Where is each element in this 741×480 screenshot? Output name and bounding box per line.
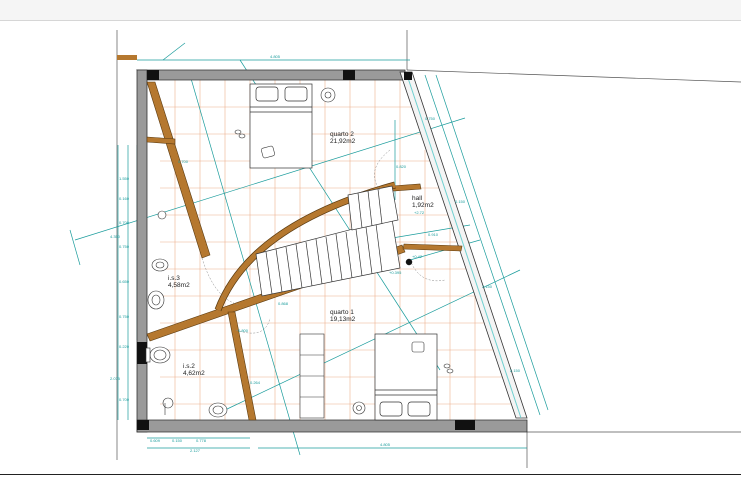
- door-dim-4: 0.800: [238, 328, 249, 333]
- level-2: +0.42: [412, 254, 423, 259]
- dim-left-3: 0.700: [119, 220, 130, 225]
- dim-left-9: 0.700: [119, 397, 130, 402]
- door-dim-2: 0.700: [178, 159, 189, 164]
- viewer-toolbar: [0, 0, 741, 21]
- dim-bottom-seg1: 0.609: [150, 438, 161, 443]
- drawing-viewport[interactable]: quarto 2 21,92m2 hall 1,92m2 i.s.3 4,58m…: [0, 21, 741, 473]
- dim-left-8: 2.075: [110, 376, 121, 381]
- sink-icon: [208, 402, 228, 418]
- room-area-quarto1: 19,13m2: [330, 316, 356, 323]
- dim-right-2: 0.150: [455, 199, 466, 204]
- room-area-hall: 1,92m2: [412, 202, 434, 209]
- partition-hall: [402, 243, 463, 252]
- wall-left: [136, 69, 148, 433]
- partition-right: [391, 183, 422, 192]
- toilet-icon: [145, 346, 171, 364]
- dim-left-6: 0.750: [119, 314, 130, 319]
- dim-left-total: 4.350: [110, 234, 121, 239]
- stair-dim-1: 0.868: [278, 301, 289, 306]
- dim-bottom-left-total: 2.127: [190, 448, 201, 453]
- room-name-is2: i.s.2: [183, 363, 195, 370]
- partition-diagonal-left: [146, 81, 211, 259]
- level-3: +2.72: [414, 210, 425, 215]
- room-name-is3: i.s.3: [168, 275, 180, 282]
- room-name-quarto2: quarto 2: [330, 131, 354, 138]
- stair-dim-2: 0.264: [250, 380, 261, 385]
- dim-right-3: 2.150: [482, 284, 493, 289]
- wall-top: [136, 69, 406, 81]
- dim-left-5: 0.650: [119, 279, 130, 284]
- dim-left-4: 0.750: [119, 244, 130, 249]
- dim-left-1: 1.550: [119, 176, 130, 181]
- bed-icon: [374, 333, 438, 421]
- dim-right-4: 2.150: [510, 368, 521, 373]
- viewer-status-strip: [0, 475, 741, 480]
- shower-icon: [162, 397, 174, 415]
- room-area-is3: 4,58m2: [168, 282, 190, 289]
- dim-bottom-total: 4.805: [380, 442, 391, 447]
- dim-bottom-seg3: 0.778: [196, 438, 207, 443]
- wardrobe: [299, 333, 325, 419]
- room-name-quarto1: quarto 1: [330, 309, 354, 316]
- level-1: +0.395: [389, 270, 402, 275]
- room-name-hall: hall: [412, 195, 423, 202]
- bidet-icon: [151, 258, 169, 272]
- plant-icon: [320, 87, 336, 103]
- room-area-is2: 4,62m2: [183, 370, 205, 377]
- dim-left-7: 0.220: [119, 344, 130, 349]
- door-dim-3: 0.910: [428, 232, 439, 237]
- floor-plan: quarto 2 21,92m2 hall 1,92m2 i.s.3 4,58m…: [69, 30, 741, 468]
- room-area-quarto2: 21,92m2: [330, 138, 356, 145]
- door-dim-1: 0.820: [396, 164, 407, 169]
- dim-top-total: 4.805: [270, 54, 281, 59]
- bed-icon: [249, 83, 313, 169]
- dim-bottom-seg2: 0.150: [172, 438, 183, 443]
- dim-right-1: 0.750: [425, 116, 436, 121]
- dim-left-2: 0.160: [119, 196, 130, 201]
